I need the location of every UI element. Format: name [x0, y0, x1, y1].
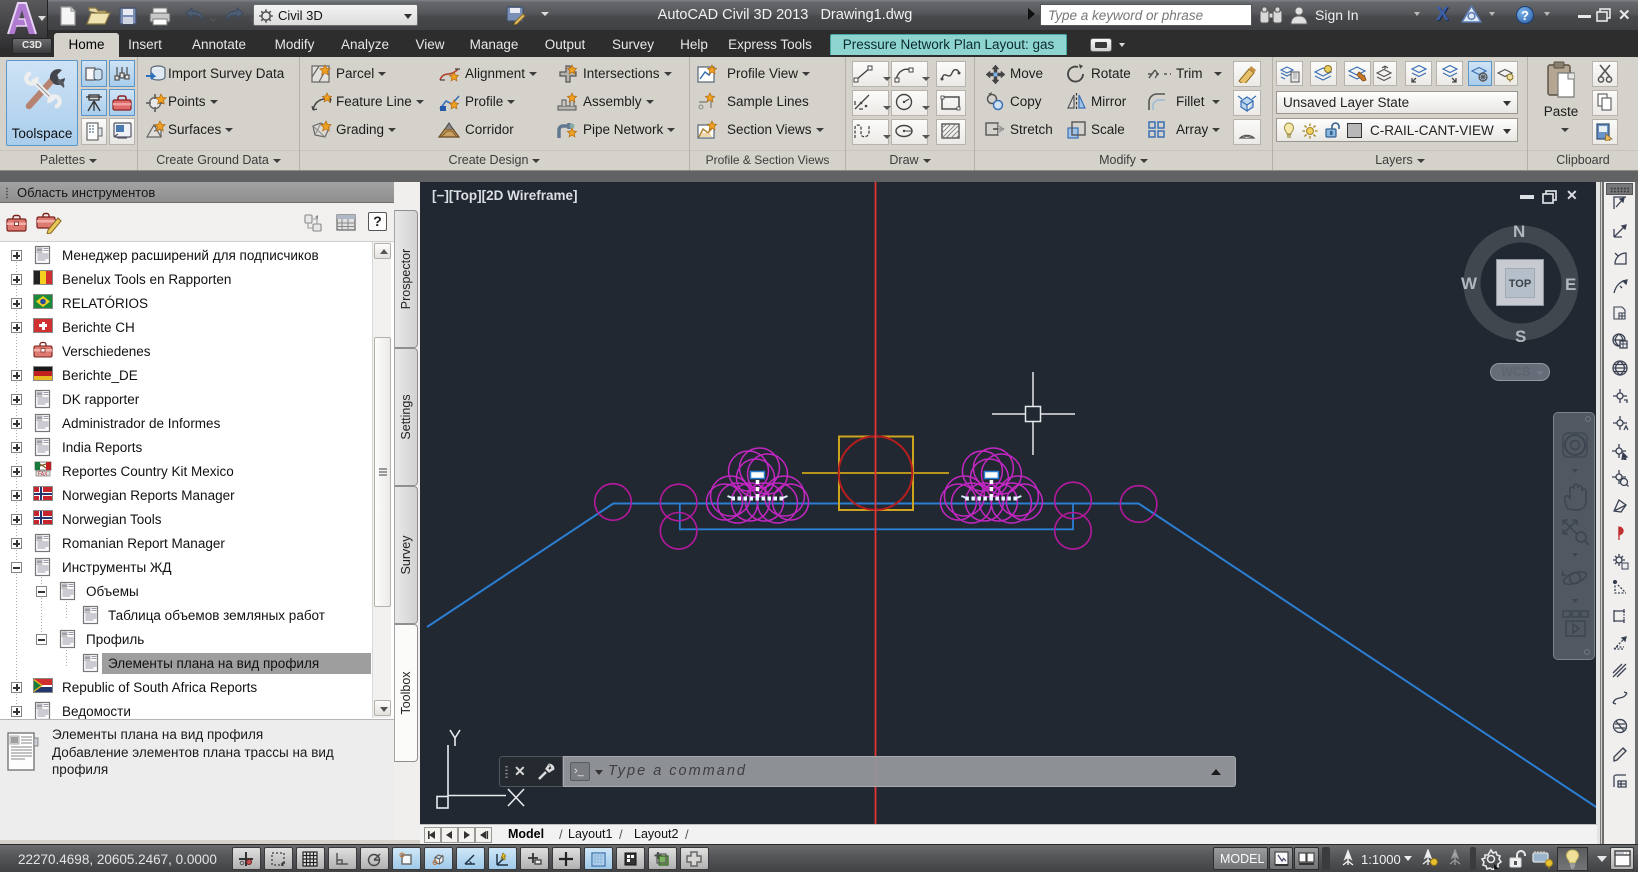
svg-text:FAX: FAX	[38, 472, 48, 478]
